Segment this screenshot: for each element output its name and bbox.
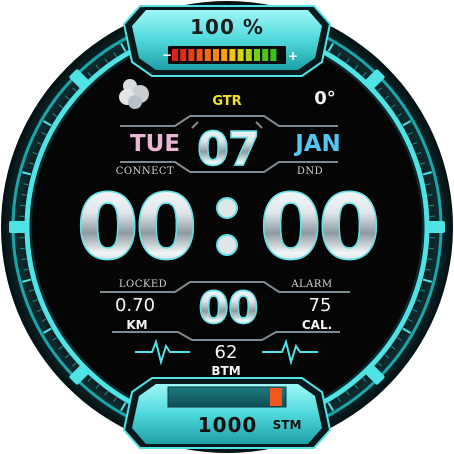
battery-segment [196, 49, 203, 61]
date-day: 07 [188, 121, 268, 177]
battery-segment [172, 49, 178, 61]
steps-progress-track [167, 386, 287, 408]
steps-unit: STM [272, 418, 302, 432]
battery-segment [221, 49, 228, 61]
brand-label: GTR [212, 94, 242, 109]
battery-segment [245, 49, 252, 61]
battery-segment [180, 49, 187, 61]
battery-segment [229, 49, 236, 61]
battery-segment [270, 49, 277, 61]
battery-segment [204, 49, 211, 61]
steps-value[interactable]: 1000 [190, 413, 265, 437]
calories-unit: CAL. [301, 318, 333, 332]
steps-progress-fill [270, 388, 282, 406]
alarm-label[interactable]: ALARM [277, 279, 347, 290]
battery-plus-glyph: + [288, 49, 298, 63]
weekday: TUE [129, 131, 181, 157]
locked-label: LOCKED [118, 279, 168, 290]
battery-segment [237, 49, 244, 61]
month: JAN [295, 131, 341, 157]
temperature[interactable]: 0° [300, 88, 350, 109]
distance-unit: KM [126, 318, 148, 332]
battery-minus-glyph: − [162, 48, 172, 62]
battery-percent: 100 % [190, 15, 264, 39]
battery-segment [262, 49, 269, 61]
battery-segment [188, 49, 195, 61]
distance-value: 0.70 [114, 295, 156, 316]
calories-value: 75 [308, 295, 332, 316]
time-seconds: 00 [186, 282, 270, 335]
heart-rate-unit: BTM [211, 364, 241, 378]
battery-segment [254, 49, 260, 61]
time-minutes: 00 [238, 177, 398, 279]
heart-rate-value[interactable]: 62 [196, 342, 256, 363]
battery-segment [213, 49, 219, 61]
time-hours: 00 [55, 177, 215, 279]
